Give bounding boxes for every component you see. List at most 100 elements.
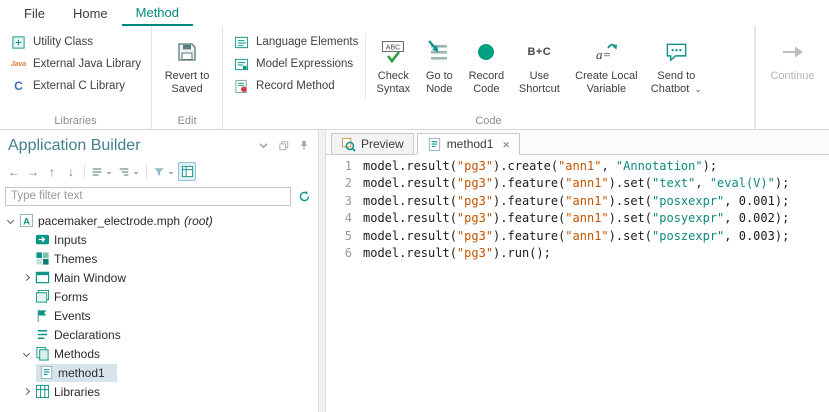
tree-item-label: Libraries: [54, 385, 100, 399]
float-panel-icon[interactable]: [277, 139, 290, 152]
code-line: 1model.result("pg3").create("ann1", "Ann…: [326, 158, 829, 175]
filter-input[interactable]: [5, 187, 291, 206]
ribbon-group-libraries: Utility Class Java External Java Library…: [0, 26, 152, 129]
button-label: Language Elements: [256, 36, 358, 48]
move-down-button[interactable]: ↓: [62, 162, 80, 181]
tree-item-label: Events: [54, 309, 91, 323]
code-text: model.result("pg3").feature("ann1").set(…: [363, 228, 789, 245]
code-line: 5 model.result("pg3").feature("ann1").set…: [326, 228, 829, 245]
tree-item-forms[interactable]: Forms: [0, 287, 318, 306]
editor-pane: Preview method1 × 1model.result("pg3").c…: [326, 130, 829, 412]
tree-item-themes[interactable]: Themes: [0, 249, 318, 268]
panel-menu-icon[interactable]: [257, 139, 270, 152]
group-label-code: Code: [223, 115, 754, 127]
tab-preview[interactable]: Preview: [331, 133, 414, 155]
collapse-all-dropdown-button[interactable]: ⌄: [89, 162, 115, 181]
panel-toolbar: ← → ↑ ↓ ⌄ ⌄ ⌄: [0, 159, 318, 184]
events-icon: [34, 308, 50, 324]
java-icon: Java: [10, 56, 27, 72]
use-shortcut-button[interactable]: B+C Use Shortcut: [511, 31, 567, 112]
line-number: 5: [326, 228, 352, 245]
c-icon: C: [10, 78, 27, 94]
tab-home[interactable]: Home: [59, 0, 122, 26]
tree-item-label: Declarations: [54, 328, 121, 342]
tab-method1[interactable]: method1 ×: [417, 133, 520, 155]
group-label-libraries: Libraries: [0, 115, 151, 127]
back-button[interactable]: ←: [5, 162, 23, 181]
chevron-down-icon: ⌄: [167, 166, 175, 177]
tree-item-libraries[interactable]: Libraries: [0, 382, 318, 401]
language-elements-button[interactable]: Language Elements: [229, 31, 362, 53]
tree-item-label: Themes: [54, 252, 97, 266]
button-label: Model Expressions: [256, 58, 353, 70]
chevron-down-icon: ⌄: [105, 166, 113, 177]
line-number: 6: [326, 245, 352, 262]
show-details-toggle-button[interactable]: [178, 162, 196, 181]
continue-button[interactable]: Continue: [762, 31, 823, 112]
pin-icon[interactable]: [297, 139, 310, 152]
toolbar-separator: [146, 164, 147, 179]
expander-icon[interactable]: [20, 347, 33, 360]
forward-button[interactable]: →: [24, 162, 42, 181]
continue-arrow-icon: [779, 37, 807, 67]
tree-item-inputs[interactable]: Inputs: [0, 230, 318, 249]
send-to-chatbot-button[interactable]: Send to Chatbot ⌄: [645, 31, 707, 112]
ribbon: Utility Class Java External Java Library…: [0, 26, 829, 130]
tree-item-root[interactable]: A pacemaker_electrode.mph (root): [0, 211, 318, 230]
tab-file[interactable]: File: [10, 0, 59, 26]
code-editor[interactable]: 1model.result("pg3").create("ann1", "Ann…: [326, 155, 829, 412]
close-tab-icon[interactable]: ×: [502, 138, 510, 151]
code-text: model.result("pg3").feature("ann1").set(…: [363, 193, 789, 210]
record-code-button[interactable]: Record Code: [461, 31, 511, 112]
filter-row: [0, 184, 318, 208]
button-label: Utility Class: [33, 36, 93, 48]
libraries-icon: [34, 384, 50, 400]
language-elements-icon: [233, 34, 250, 50]
move-up-button[interactable]: ↑: [43, 162, 61, 181]
filter-dropdown-button[interactable]: ⌄: [151, 162, 177, 181]
tree-item-label: pacemaker_electrode.mph: [38, 214, 180, 228]
create-local-variable-button[interactable]: a= Create Local Variable: [567, 31, 645, 112]
external-java-library-button[interactable]: Java External Java Library: [6, 53, 145, 75]
create-local-variable-icon: a=: [592, 37, 620, 67]
tree-item-label: Inputs: [54, 233, 87, 247]
method-file-icon: [427, 137, 442, 152]
send-to-chatbot-icon: [662, 37, 690, 67]
svg-text:A: A: [23, 216, 30, 226]
expander-icon[interactable]: [20, 385, 33, 398]
button-label: Revert to Saved: [158, 70, 216, 96]
expander-icon: [20, 328, 33, 341]
refresh-icon[interactable]: [295, 187, 313, 205]
ribbon-group-continue: Continue: [755, 26, 829, 129]
ribbon-group-edit: Revert to Saved Edit: [152, 26, 223, 129]
line-number: 1: [326, 158, 352, 175]
button-label: Continue: [770, 70, 814, 83]
inputs-icon: [34, 232, 50, 248]
declarations-icon: [34, 327, 50, 343]
tree-item-main-window[interactable]: Main Window: [0, 268, 318, 287]
tab-method[interactable]: Method: [122, 0, 193, 26]
model-expressions-button[interactable]: Model Expressions: [229, 53, 362, 75]
tree-item-method1[interactable]: method1: [0, 363, 318, 382]
expand-all-dropdown-button[interactable]: ⌄: [116, 162, 142, 181]
code-line: 4model.result("pg3").feature("ann1").set…: [326, 210, 829, 227]
tree-item-events[interactable]: Events: [0, 306, 318, 325]
workspace: Application Builder ← → ↑ ↓: [0, 130, 829, 412]
utility-class-button[interactable]: Utility Class: [6, 31, 145, 53]
tree-item-methods[interactable]: Methods: [0, 344, 318, 363]
check-syntax-button[interactable]: ABC Check Syntax: [369, 31, 417, 112]
group-label-edit: Edit: [152, 115, 222, 127]
external-c-library-button[interactable]: C External C Library: [6, 75, 145, 97]
tree-item-declarations[interactable]: Declarations: [0, 325, 318, 344]
expander-icon[interactable]: [20, 271, 33, 284]
code-line: 2model.result("pg3").feature("ann1").set…: [326, 175, 829, 192]
tree-item-label: Forms: [54, 290, 88, 304]
panel-splitter[interactable]: [318, 130, 326, 412]
methods-icon: [34, 346, 50, 362]
revert-to-saved-icon: [173, 37, 201, 67]
expander-icon[interactable]: [4, 214, 17, 227]
revert-to-saved-button[interactable]: Revert to Saved: [158, 31, 216, 112]
record-method-button[interactable]: Record Method: [229, 75, 362, 97]
code-lines: 1model.result("pg3").create("ann1", "Ann…: [326, 158, 829, 262]
go-to-node-button[interactable]: Go to Node: [417, 31, 461, 112]
